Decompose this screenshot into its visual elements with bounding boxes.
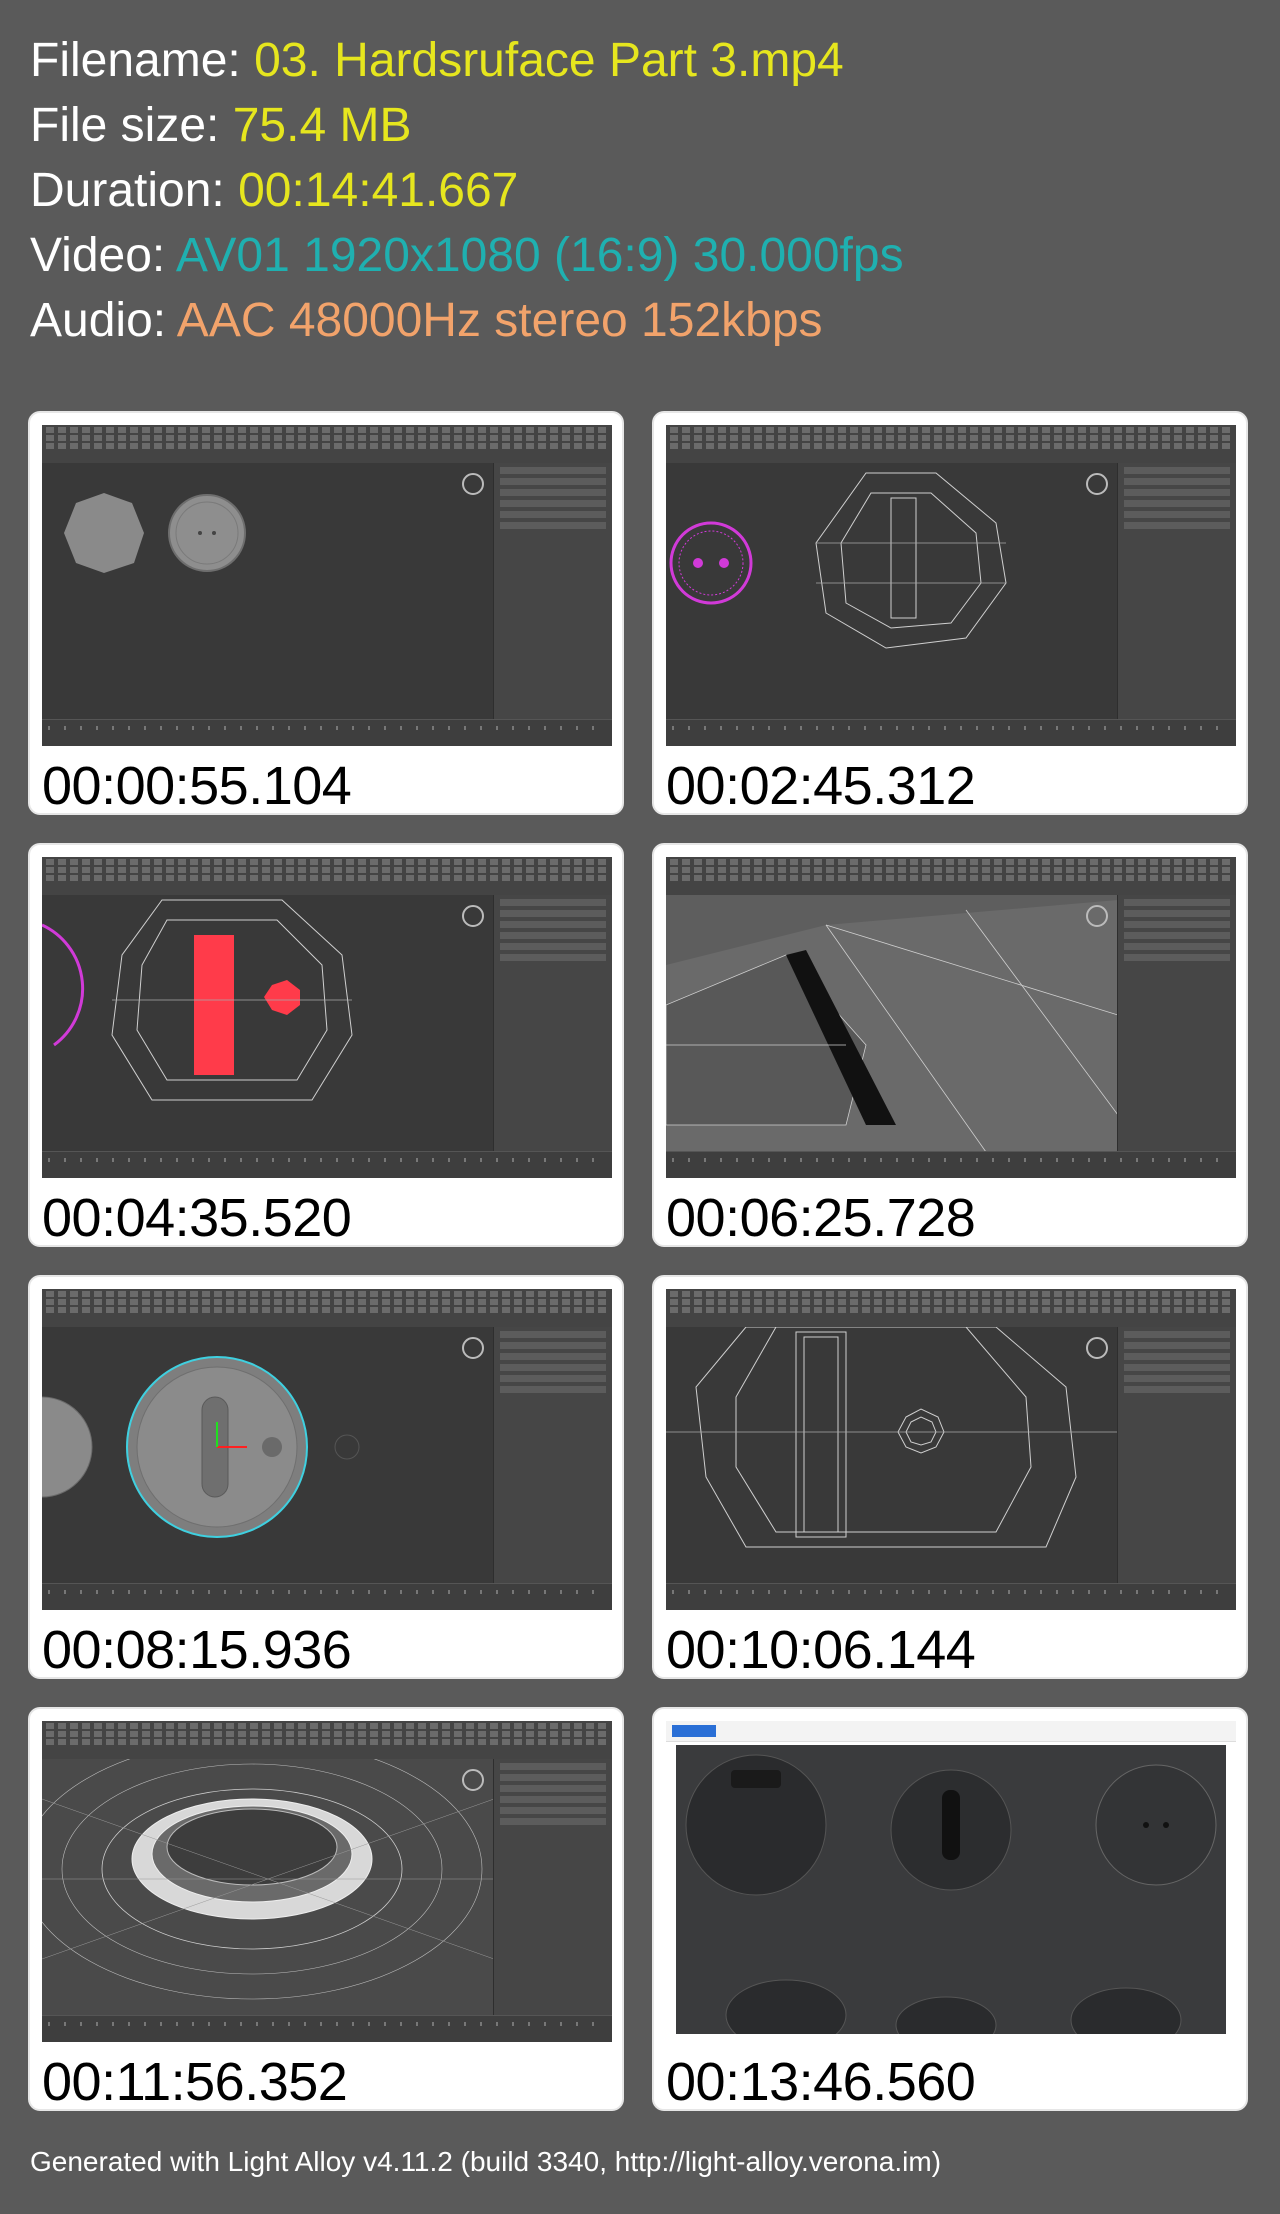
thumbnail-card[interactable]: 00:08:15.936 — [28, 1275, 624, 1680]
thumbnail-card[interactable]: 00:02:45.312 — [652, 411, 1248, 816]
thumbnail-card[interactable]: 00:06:25.728 — [652, 843, 1248, 1248]
thumbnail-image — [42, 857, 612, 1178]
thumbnail-image — [42, 1721, 612, 2042]
audio-line: Audio: AAC 48000Hz stereo 152kbps — [30, 288, 904, 353]
viewport-render — [666, 900, 1119, 1153]
timestamp: 00:04:35.520 — [42, 1188, 352, 1248]
audio-label: Audio: — [30, 294, 177, 347]
timestamp: 00:02:45.312 — [666, 756, 976, 816]
thumbnail-card[interactable]: 00:00:55.104 — [28, 411, 624, 816]
thumbnail-card[interactable]: 00:04:35.520 — [28, 843, 624, 1248]
photo-render — [685, 1754, 1217, 2042]
filesize-line: File size: 75.4 MB — [30, 93, 904, 158]
timestamp: 00:00:55.104 — [42, 756, 352, 816]
video-value: AV01 1920x1080 (16:9) 30.000fps — [175, 229, 904, 282]
audio-value: AAC 48000Hz stereo 152kbps — [176, 294, 823, 347]
filename-line: Filename: 03. Hardsruface Part 3.mp4 — [30, 28, 904, 93]
thumbnail-image — [666, 1721, 1236, 2042]
thumbnail-image — [666, 1289, 1236, 1610]
filename-value: 03. Hardsruface Part 3.mp4 — [254, 34, 844, 87]
filename-label: Filename: — [30, 34, 255, 87]
timestamp: 00:08:15.936 — [42, 1620, 352, 1680]
video-label: Video: — [30, 229, 176, 282]
thumbnail-image — [666, 857, 1236, 1178]
filesize-label: File size: — [30, 99, 233, 152]
thumbnail-image — [42, 425, 612, 746]
thumbnail-card[interactable]: 00:11:56.352 — [28, 1707, 624, 2112]
thumbnail-card[interactable]: 00:10:06.144 — [652, 1275, 1248, 1680]
duration-label: Duration: — [30, 164, 239, 217]
timestamp: 00:11:56.352 — [42, 2052, 348, 2112]
duration-line: Duration: 00:14:41.667 — [30, 158, 904, 223]
filesize-value: 75.4 MB — [232, 99, 412, 152]
duration-value: 00:14:41.667 — [238, 164, 519, 217]
thumbnail-card[interactable]: 00:13:46.560 — [652, 1707, 1248, 2112]
timestamp: 00:10:06.144 — [666, 1620, 976, 1680]
viewport-render — [42, 1356, 360, 1538]
thumbnail-image — [42, 1289, 612, 1610]
viewport-render — [42, 899, 353, 1101]
timestamp: 00:13:46.560 — [666, 2052, 976, 2112]
viewport-render — [64, 493, 246, 573]
file-info: Filename: 03. Hardsruface Part 3.mp4 Fil… — [30, 28, 904, 353]
viewport-render — [666, 1326, 1118, 1548]
viewport-render — [42, 1738, 495, 2000]
timestamp: 00:06:25.728 — [666, 1188, 976, 1248]
thumbnail-image — [666, 425, 1236, 746]
video-line: Video: AV01 1920x1080 (16:9) 30.000fps — [30, 223, 904, 288]
footer-credit: Generated with Light Alloy v4.11.2 (buil… — [30, 2146, 942, 2177]
viewport-render — [669, 472, 1007, 649]
